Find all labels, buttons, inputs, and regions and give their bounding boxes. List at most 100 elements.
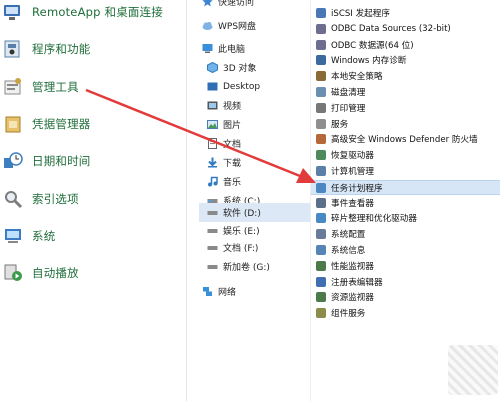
control-panel-list: RemoteApp 和桌面连接 程序和功能 管理工具 凭据管理器 日期和时间 索… (0, 0, 186, 401)
system-info-icon (316, 245, 326, 255)
cp-item-date-time[interactable]: 日期和时间 (0, 146, 91, 176)
download-icon (207, 157, 218, 168)
component-services-icon (316, 308, 326, 318)
nav-item-label: 下载 (223, 159, 242, 169)
nav-item-label: 娱乐 (E:) (223, 227, 260, 237)
drive-icon (207, 225, 218, 236)
nav-item-quick-access[interactable]: 快速访问 (202, 0, 254, 11)
tool-item-label: ODBC 数据源(64 位) (331, 41, 414, 51)
tool-item[interactable]: 计算机管理 (311, 164, 500, 178)
nav-item-video[interactable]: 视频 (207, 96, 241, 115)
tool-item[interactable]: 碎片整理和优化驱动器 (311, 211, 500, 225)
tool-item-label: 任务计划程序 (331, 183, 383, 194)
nav-item-label: 快速访问 (218, 0, 255, 8)
explorer-nav-pane: 快速访问 WPS网盘 此电脑 3D 对象 Desktop 视频 图片 文档 下载… (187, 0, 310, 401)
recovery-icon (316, 150, 326, 160)
nav-item-desktop[interactable]: Desktop (207, 77, 260, 96)
nav-item-music[interactable]: 音乐 (207, 172, 241, 191)
nav-item-label: 文档 (F:) (223, 244, 259, 254)
this-pc-icon (202, 43, 213, 54)
documents-icon (207, 138, 218, 149)
firewall-icon (316, 134, 326, 144)
odbc-icon (316, 24, 326, 34)
admin-tools-icon (2, 76, 24, 98)
print-icon (316, 103, 326, 113)
cp-item-autoplay[interactable]: 自动播放 (0, 258, 79, 288)
tool-item[interactable]: 高级安全 Windows Defender 防火墙 (311, 132, 500, 146)
tool-item[interactable]: 恢复驱动器 (311, 148, 500, 162)
cp-item-credential[interactable]: 凭据管理器 (0, 109, 91, 139)
nav-item-3d[interactable]: 3D 对象 (207, 58, 257, 77)
tool-item[interactable]: 组件服务 (311, 306, 500, 320)
cp-item-programs[interactable]: 程序和功能 (0, 34, 91, 64)
odbc-icon (316, 40, 326, 50)
tool-item[interactable]: 注册表编辑器 (311, 275, 500, 289)
cp-item-index[interactable]: 索引选项 (0, 184, 79, 214)
tool-item-label: 高级安全 Windows Defender 防火墙 (331, 135, 478, 145)
cp-item-label: 程序和功能 (32, 42, 91, 56)
tool-item[interactable]: 性能监视器 (311, 259, 500, 273)
disk-cleanup-icon (316, 87, 326, 97)
tool-item[interactable]: 事件查看器 (311, 196, 500, 210)
tool-item[interactable]: 打印管理 (311, 101, 500, 115)
tool-item[interactable]: 任务计划程序 (311, 180, 500, 195)
security-policy-icon (316, 71, 326, 81)
nav-item-documents[interactable]: 文档 (207, 134, 241, 153)
performance-icon (316, 261, 326, 271)
cp-item-admin-tools[interactable]: 管理工具 (0, 72, 79, 102)
nav-item-label: 此电脑 (218, 45, 246, 55)
tool-item[interactable]: 系统配置 (311, 227, 500, 241)
cloud-icon (202, 20, 213, 31)
memory-icon (316, 55, 326, 65)
tool-item-label: 资源监视器 (331, 293, 374, 303)
tool-item-label: 系统信息 (331, 246, 366, 256)
tool-item-label: Windows 内存诊断 (331, 56, 407, 66)
nav-item-drive-f[interactable]: 文档 (F:) (207, 238, 258, 257)
nav-item-wps[interactable]: WPS网盘 (202, 16, 256, 35)
tool-item[interactable]: 磁盘清理 (311, 85, 500, 99)
cp-item-system[interactable]: 系统 (0, 221, 55, 251)
nav-item-drive-d[interactable]: 软件 (D:) (199, 203, 310, 222)
tool-item-label: 恢复驱动器 (331, 151, 374, 161)
nav-item-this-pc[interactable]: 此电脑 (202, 39, 245, 58)
tool-item[interactable]: Windows 内存诊断 (311, 53, 500, 67)
nav-item-pictures[interactable]: 图片 (207, 115, 241, 134)
nav-item-label: 3D 对象 (223, 64, 257, 74)
pictures-icon (207, 119, 218, 130)
admin-tools-list: iSCSI 发起程序 ODBC Data Sources (32-bit) ODBC… (311, 0, 500, 401)
remoteapp-icon (2, 1, 24, 23)
tool-item[interactable]: 本地安全策略 (311, 69, 500, 83)
nav-item-downloads[interactable]: 下载 (207, 153, 241, 172)
tool-item-label: 计算机管理 (331, 167, 374, 177)
video-icon (207, 100, 218, 111)
tool-item-label: 系统配置 (331, 230, 366, 240)
tool-item-label: 事件查看器 (331, 199, 374, 209)
tool-item[interactable]: 服务 (311, 117, 500, 131)
nav-item-label: 音乐 (223, 178, 242, 188)
music-icon (207, 176, 218, 187)
nav-item-network[interactable]: 网络 (202, 282, 236, 301)
event-viewer-icon (316, 198, 326, 208)
credential-icon (2, 113, 24, 135)
cp-item-remoteapp[interactable]: RemoteApp 和桌面连接 (0, 0, 163, 27)
nav-item-label: 图片 (223, 121, 242, 131)
tool-item[interactable]: ODBC Data Sources (32-bit) (311, 22, 500, 36)
defrag-icon (316, 213, 326, 223)
tool-item-label: 本地安全策略 (331, 72, 383, 82)
computer-mgmt-icon (316, 166, 326, 176)
nav-item-drive-g[interactable]: 新加卷 (G:) (207, 257, 270, 276)
tool-item-label: 打印管理 (331, 104, 366, 114)
cp-item-label: 管理工具 (32, 80, 79, 94)
tool-item[interactable]: 系统信息 (311, 243, 500, 257)
tool-item[interactable]: iSCSI 发起程序 (311, 6, 500, 20)
tool-item-label: 碎片整理和优化驱动器 (331, 214, 417, 224)
cp-item-label: 日期和时间 (32, 154, 91, 168)
resource-monitor-icon (316, 292, 326, 302)
tool-item[interactable]: 资源监视器 (311, 290, 500, 304)
computer-icon (2, 225, 24, 247)
tool-item-label: 性能监视器 (331, 262, 374, 272)
tool-item[interactable]: ODBC 数据源(64 位) (311, 38, 500, 52)
cp-item-label: 凭据管理器 (32, 117, 91, 131)
cp-item-label: 系统 (32, 229, 56, 243)
task-scheduler-icon (316, 182, 326, 193)
